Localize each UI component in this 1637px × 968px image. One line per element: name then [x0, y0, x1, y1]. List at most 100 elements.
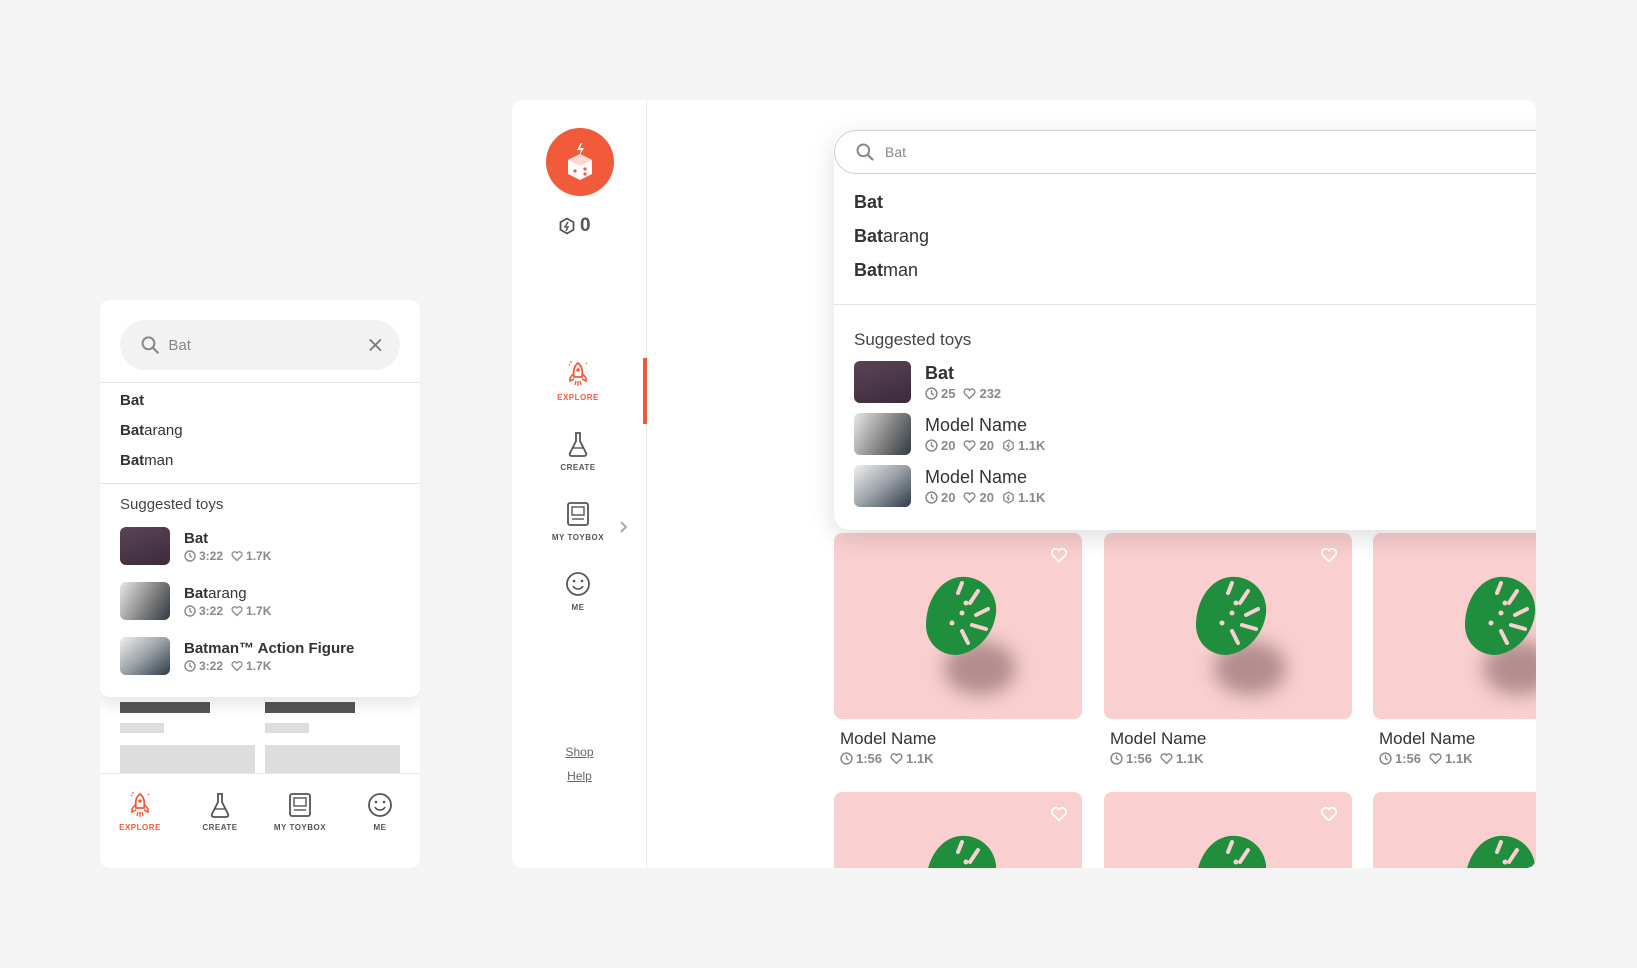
tab-explore[interactable]: EXPLORE [100, 774, 180, 868]
model-title: Model Name [1379, 729, 1476, 748]
help-link[interactable]: Help [512, 769, 647, 783]
model-title: Model Name [1110, 729, 1207, 748]
model-likes: 1.1K [906, 751, 934, 766]
suggestion-rest: arang [883, 226, 930, 246]
model-likes: 1.1K [1176, 751, 1204, 766]
heart-icon [1160, 753, 1173, 765]
suggested-toy[interactable]: Bat 3:22 1.7K [120, 526, 410, 566]
active-nav-indicator [643, 358, 647, 424]
placeholder-bar [265, 723, 309, 733]
coin-balance[interactable]: 0 [558, 215, 591, 237]
close-icon[interactable] [367, 336, 384, 354]
toy-name-match: Batman™ Action Figure [184, 639, 355, 657]
monstera-leaf-image [926, 576, 997, 655]
rocket-icon [568, 361, 588, 386]
toy-duration: 25 [941, 386, 956, 401]
model-likes: 1.1K [1445, 751, 1473, 766]
tab-my-toybox[interactable]: MY TOYBOX [260, 774, 340, 868]
toy-thumbnail [120, 527, 170, 565]
toy-duration: 3:22 [199, 603, 224, 618]
suggestion-item[interactable]: Batman [854, 260, 918, 281]
toy-meta: 25 232 [925, 386, 1009, 401]
nav-explore[interactable]: EXPLORE [512, 360, 644, 402]
model-card[interactable] [1373, 792, 1536, 868]
toy-meta: 20 20 1.1K [925, 490, 1053, 505]
model-card[interactable]: Model Name 1:56 1.1K [1373, 533, 1536, 766]
clock-icon [1379, 752, 1392, 765]
smiley-icon [566, 572, 590, 596]
suggestion-rest: arang [144, 422, 183, 439]
divider [100, 382, 420, 383]
smiley-icon [368, 793, 392, 817]
suggestion-item[interactable]: Bat [120, 392, 144, 409]
suggestion-match: Bat [120, 452, 145, 469]
clock-icon [1110, 752, 1123, 765]
toy-name: Model Name [925, 467, 1028, 487]
clock-icon [925, 491, 938, 504]
suggestion-match: Bat [120, 392, 145, 409]
model-meta: 1:56 1.1K [1110, 751, 1352, 766]
coin-count: 0 [580, 215, 591, 236]
suggestion-match: Bat [854, 260, 884, 280]
chevron-right-icon[interactable] [619, 520, 629, 534]
suggested-toy[interactable]: Batman™ Action Figure 3:22 1.7K [120, 636, 410, 676]
tab-label: EXPLORE [119, 823, 161, 832]
toy-duration: 20 [941, 490, 956, 505]
suggestion-item[interactable]: Batarang [854, 226, 929, 247]
toy-duration: 20 [941, 438, 956, 453]
model-card[interactable]: Model Name 1:56 1.1K [1104, 533, 1352, 766]
toy-likes: 1.7K [246, 548, 272, 563]
suggestion-item[interactable]: Batman [120, 452, 173, 469]
suggested-toy[interactable]: Model Name 20 20 1.1K [854, 413, 1053, 455]
model-preview [1373, 533, 1536, 719]
app-logo[interactable] [546, 128, 614, 196]
search-bar [834, 130, 1536, 174]
toy-name-rest: arang [208, 584, 247, 602]
tab-create[interactable]: CREATE [180, 774, 260, 868]
suggested-toy[interactable]: Model Name 20 20 1.1K [854, 465, 1053, 507]
suggestion-item[interactable]: Bat [854, 192, 883, 213]
tab-label: ME [373, 823, 387, 832]
suggested-toy[interactable]: Batarang 3:22 1.7K [120, 581, 410, 621]
toy-name-match: Bat [184, 584, 209, 602]
model-preview [834, 792, 1082, 868]
model-meta: 1:56 1.1K [840, 751, 1082, 766]
nav-create[interactable]: CREATE [512, 430, 644, 472]
heart-icon[interactable] [1320, 806, 1338, 822]
toy-likes: 20 [979, 490, 994, 505]
toy-name: Model Name [925, 415, 1028, 435]
suggested-toys-title: Suggested toys [854, 330, 972, 349]
model-card[interactable]: Model Name 1:56 1.1K [834, 533, 1082, 766]
model-preview [1104, 792, 1352, 868]
model-card[interactable] [1104, 792, 1352, 868]
search-input[interactable] [885, 144, 1536, 160]
main-content: E Model Name 1:56 1.1K Model Name [648, 100, 1536, 868]
model-preview [834, 533, 1082, 719]
model-preview [1104, 533, 1352, 719]
coin-icon [1003, 439, 1014, 452]
suggestion-rest: man [883, 260, 919, 280]
mobile-search-input[interactable] [168, 336, 368, 354]
nav-label: EXPLORE [557, 393, 599, 402]
shop-link[interactable]: Shop [512, 745, 647, 759]
toy-name: Bat [925, 363, 955, 383]
toy-likes: 1.7K [246, 603, 272, 618]
divider [834, 304, 1536, 305]
suggested-toy[interactable]: Bat 25 232 [854, 361, 1009, 403]
heart-icon [963, 388, 977, 400]
coin-icon [1003, 491, 1014, 504]
suggestion-item[interactable]: Batarang [120, 422, 183, 439]
toy-meta: 3:22 1.7K [184, 604, 279, 618]
tab-label: MY TOYBOX [273, 823, 327, 832]
heart-icon[interactable] [1050, 547, 1068, 563]
toy-meta: 3:22 1.7K [184, 549, 279, 563]
model-card[interactable] [834, 792, 1082, 868]
heart-icon[interactable] [1320, 547, 1338, 563]
toy-name: Batman™ Action Figure [184, 640, 354, 657]
monstera-leaf-image [1196, 576, 1267, 655]
toy-price: 1.1K [1017, 490, 1046, 505]
clock-icon [840, 752, 853, 765]
nav-me[interactable]: ME [512, 570, 644, 612]
heart-icon[interactable] [1050, 806, 1068, 822]
tab-me[interactable]: ME [340, 774, 420, 868]
